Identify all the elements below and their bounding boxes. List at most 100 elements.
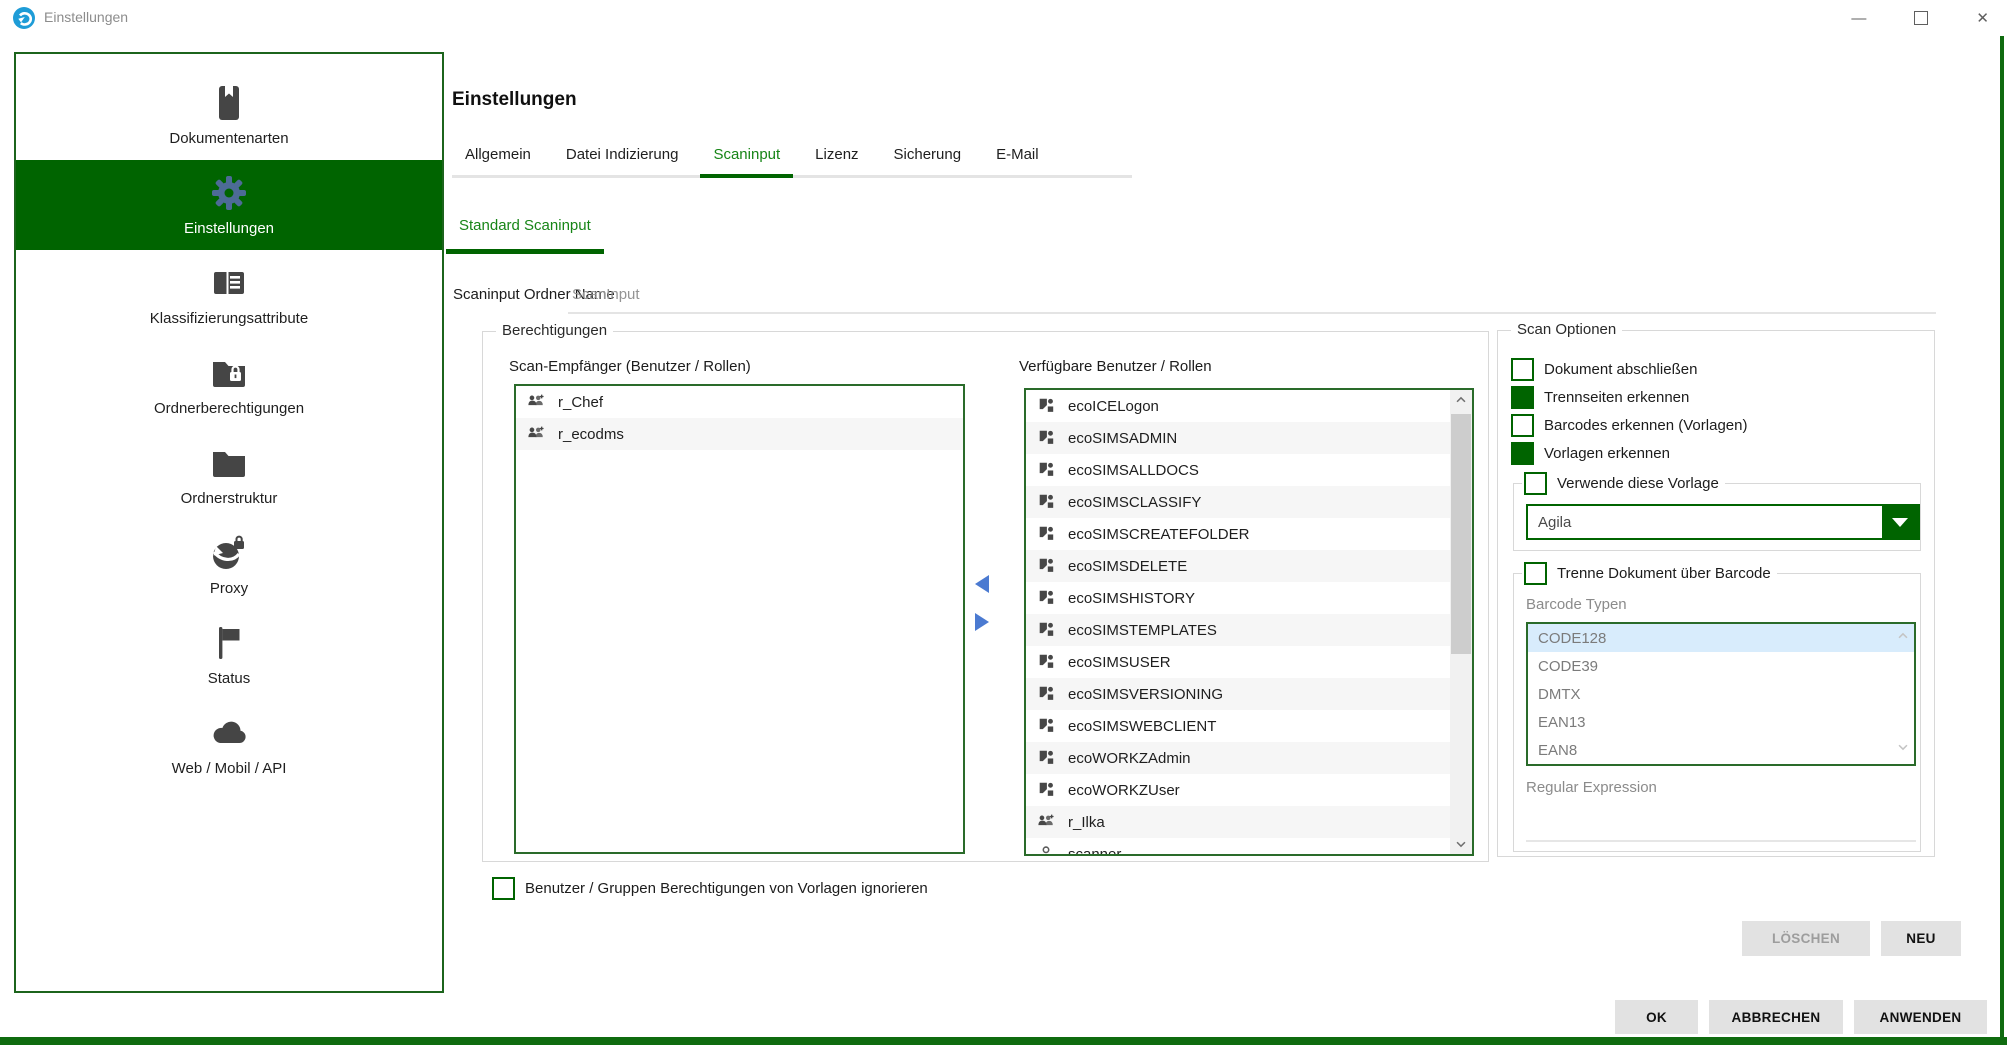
- detect-barcodes-checkbox[interactable]: [1511, 414, 1534, 437]
- sidebar-item-dokumentenarten[interactable]: Dokumentenarten: [16, 70, 442, 160]
- list-item[interactable]: ecoSIMSUSER: [1026, 646, 1450, 678]
- scroll-down-icon[interactable]: [1450, 834, 1472, 854]
- sidebar-item-klassifizierungsattribute[interactable]: Klassifizierungsattribute: [16, 250, 442, 340]
- sidebar-item-web-mobil-api[interactable]: Web / Mobil / API: [16, 700, 442, 790]
- list-item[interactable]: ecoSIMSCLASSIFY: [1026, 486, 1450, 518]
- tab-allgemein[interactable]: Allgemein: [452, 140, 544, 175]
- globe-lock-icon: [209, 533, 249, 573]
- role-icon: [1037, 429, 1055, 447]
- list-item-label: ecoSIMSALLDOCS: [1068, 461, 1199, 479]
- folder-lock-icon: [209, 353, 249, 393]
- list-item[interactable]: ecoSIMSVERSIONING: [1026, 678, 1450, 710]
- chevron-down-icon: [1892, 517, 1908, 527]
- scroll-up-icon[interactable]: [1450, 390, 1472, 410]
- scrollbar-thumb[interactable]: [1451, 414, 1471, 654]
- list-item[interactable]: ecoWORKZUser: [1026, 774, 1450, 806]
- barcode-type-item[interactable]: CODE39: [1528, 652, 1914, 680]
- permissions-group-title: Berechtigungen: [496, 322, 614, 339]
- template-dropdown-value: Agila: [1538, 513, 1572, 531]
- list-item-label: ecoSIMSUSER: [1068, 653, 1171, 671]
- barcode-type-item[interactable]: DMTX: [1528, 680, 1914, 708]
- ignore-template-permissions-row: Benutzer / Gruppen Berechtigungen von Vo…: [492, 877, 928, 900]
- sidebar-item-ordnerstruktur[interactable]: Ordnerstruktur: [16, 430, 442, 520]
- finish-document-checkbox[interactable]: [1511, 358, 1534, 381]
- scan-recipients-title: Scan-Empfänger (Benutzer / Rollen): [509, 358, 751, 375]
- role-icon: [1037, 621, 1055, 639]
- new-button[interactable]: NEU: [1881, 921, 1961, 956]
- sidebar-item-status[interactable]: Status: [16, 610, 442, 700]
- list-item-label: scanner: [1068, 845, 1122, 856]
- minimize-icon[interactable]: —: [1851, 11, 1866, 26]
- tab-lizenz[interactable]: Lizenz: [802, 140, 871, 175]
- list-item-label: r_Chef: [558, 393, 604, 411]
- list-item-label: ecoSIMSTEMPLATES: [1068, 621, 1217, 639]
- tab-standard-scaninput[interactable]: Standard Scaninput: [446, 217, 604, 254]
- sidebar-item-label: Klassifizierungsattribute: [149, 310, 309, 327]
- list-item[interactable]: r_Ilka: [1026, 806, 1450, 838]
- sidebar-item-einstellungen[interactable]: Einstellungen: [16, 160, 442, 250]
- scroll-up-icon[interactable]: [1896, 629, 1910, 648]
- cancel-button[interactable]: ABBRECHEN: [1709, 1000, 1843, 1034]
- close-icon[interactable]: ✕: [1976, 11, 1989, 26]
- list-item[interactable]: ecoSIMSADMIN: [1026, 422, 1450, 454]
- scroll-down-icon[interactable]: [1896, 740, 1910, 759]
- regular-expression-input[interactable]: [1526, 840, 1916, 842]
- barcode-type-item[interactable]: EAN13: [1528, 708, 1914, 736]
- tab-scaninput[interactable]: Scaninput: [700, 140, 794, 178]
- flag-icon: [209, 623, 249, 663]
- barcode-type-item[interactable]: EAN8: [1528, 736, 1914, 764]
- list-item[interactable]: ecoSIMSALLDOCS: [1026, 454, 1450, 486]
- tab-datei-indizierung[interactable]: Datei Indizierung: [553, 140, 692, 175]
- group-icon: [527, 393, 545, 411]
- list-item[interactable]: ecoSIMSDELETE: [1026, 550, 1450, 582]
- list-item-label: ecoSIMSHISTORY: [1068, 589, 1195, 607]
- list-item[interactable]: ecoSIMSWEBCLIENT: [1026, 710, 1450, 742]
- delete-button[interactable]: LÖSCHEN: [1742, 921, 1870, 956]
- list-item[interactable]: ecoICELogon: [1026, 390, 1450, 422]
- sidebar-item-proxy[interactable]: Proxy: [16, 520, 442, 610]
- checkbox-label: Dokument abschließen: [1544, 361, 1698, 378]
- scaninput-folder-name-input[interactable]: ScanInput: [572, 286, 640, 303]
- detect-templates-checkbox[interactable]: [1511, 442, 1534, 465]
- list-item[interactable]: ecoSIMSHISTORY: [1026, 582, 1450, 614]
- scaninput-folder-name-underline: [568, 312, 1936, 314]
- list-item-label: ecoSIMSWEBCLIENT: [1068, 717, 1217, 735]
- barcode-type-item[interactable]: CODE128: [1528, 624, 1914, 652]
- maximize-icon[interactable]: [1914, 11, 1929, 25]
- list-item-label: ecoSIMSCREATEFOLDER: [1068, 525, 1250, 543]
- list-item[interactable]: scanner: [1026, 838, 1450, 856]
- apply-button[interactable]: ANWENDEN: [1854, 1000, 1987, 1034]
- list-item-label: ecoWORKZUser: [1068, 781, 1180, 799]
- role-icon: [1037, 589, 1055, 607]
- folder-icon: [209, 443, 249, 483]
- list-item[interactable]: ecoSIMSTEMPLATES: [1026, 614, 1450, 646]
- cloud-icon: [209, 713, 249, 753]
- list-item[interactable]: r_ecodms: [516, 418, 963, 450]
- use-template-checkbox[interactable]: [1524, 472, 1547, 495]
- ok-button[interactable]: OK: [1615, 1000, 1698, 1034]
- tab-sicherung[interactable]: Sicherung: [881, 140, 975, 175]
- split-by-barcode-checkbox[interactable]: [1524, 562, 1547, 585]
- tab-email[interactable]: E-Mail: [983, 140, 1052, 175]
- list-item[interactable]: ecoWORKZAdmin: [1026, 742, 1450, 774]
- template-dropdown[interactable]: Agila: [1526, 504, 1920, 540]
- sidebar-item-label: Einstellungen: [183, 220, 275, 237]
- sidebar-item-ordnerberechtigungen[interactable]: Ordnerberechtigungen: [16, 340, 442, 430]
- title-bar: Einstellungen — ✕: [0, 0, 2007, 36]
- checkbox-label: Trennseiten erkennen: [1544, 389, 1690, 406]
- move-left-button[interactable]: [975, 575, 993, 595]
- regular-expression-label: Regular Expression: [1526, 779, 1657, 796]
- list-item[interactable]: ecoSIMSCREATEFOLDER: [1026, 518, 1450, 550]
- list-item[interactable]: r_Chef: [516, 386, 963, 418]
- settings-tabs: Allgemein Datei Indizierung Scaninput Li…: [452, 140, 1132, 178]
- split-by-barcode-label: Trenne Dokument über Barcode: [1557, 565, 1771, 582]
- list-item-label: ecoWORKZAdmin: [1068, 749, 1191, 767]
- split-by-barcode-groupbox: Trenne Dokument über Barcode Barcode Typ…: [1513, 562, 1921, 852]
- dropdown-button[interactable]: [1882, 506, 1918, 538]
- move-right-button[interactable]: [975, 613, 993, 633]
- id-card-icon: [209, 263, 249, 303]
- scrollbar[interactable]: [1450, 390, 1472, 854]
- detect-separator-pages-checkbox[interactable]: [1511, 386, 1534, 409]
- ignore-template-permissions-checkbox[interactable]: [492, 877, 515, 900]
- list-item-label: ecoSIMSDELETE: [1068, 557, 1188, 575]
